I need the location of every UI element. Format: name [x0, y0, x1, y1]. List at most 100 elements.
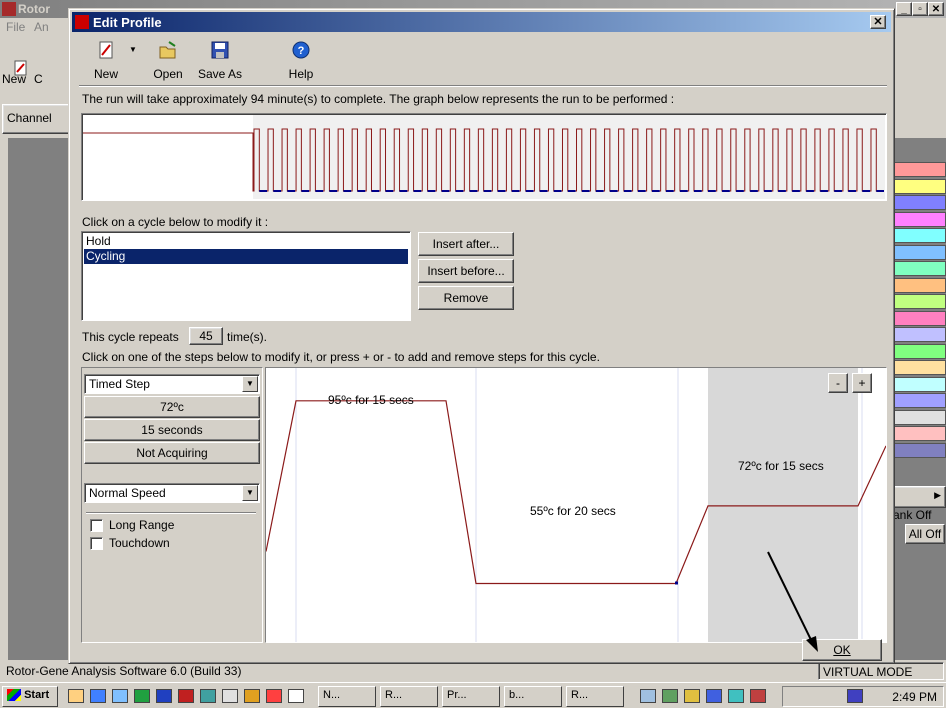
toolbar-separator	[79, 85, 887, 87]
repeat-count-field[interactable]: 45	[189, 327, 223, 345]
channel-color-strip[interactable]	[891, 343, 946, 359]
cycle-item-hold[interactable]: Hold	[84, 234, 408, 249]
task-button-3[interactable]: Pr...	[442, 686, 500, 707]
remove-step-button[interactable]: -	[828, 373, 848, 393]
clock: 2:49 PM	[892, 690, 937, 704]
cycle-list[interactable]: Hold Cycling	[81, 231, 411, 321]
steps-prompt: Click on one of the steps below to modif…	[82, 350, 600, 364]
remove-button[interactable]: Remove	[418, 286, 514, 310]
run-overview-graph	[81, 113, 887, 201]
mail-icon[interactable]	[222, 689, 238, 703]
dialog-close-button[interactable]: ✕	[870, 15, 886, 29]
channel-color-strip[interactable]	[891, 327, 946, 342]
explorer-icon[interactable]	[112, 689, 128, 703]
new-button[interactable]: New	[85, 35, 127, 83]
step-label-anneal[interactable]: 55ºc for 20 secs	[530, 504, 616, 518]
long-range-checkbox[interactable]: Long Range	[90, 518, 174, 532]
dropdown-arrow-icon: ▼	[129, 45, 137, 54]
channel-color-strip[interactable]	[891, 442, 946, 458]
duration-button[interactable]: 15 seconds	[84, 419, 260, 441]
ie-icon[interactable]	[90, 689, 106, 703]
floppy-disk-icon	[211, 41, 229, 59]
channel-color-strip[interactable]	[891, 376, 946, 392]
channel-color-strip[interactable]	[891, 277, 946, 293]
dropdown-arrow-icon[interactable]: ▼	[242, 485, 258, 501]
cycle-prompt: Click on a cycle below to modify it :	[82, 215, 269, 229]
browser-icon[interactable]	[200, 689, 216, 703]
all-off-button[interactable]: All Off	[905, 524, 945, 544]
windows-logo-icon	[7, 689, 21, 702]
acquisition-button[interactable]: Not Acquiring	[84, 442, 260, 464]
channel-color-strip[interactable]	[891, 310, 946, 326]
dialog-icon	[75, 15, 89, 29]
temperature-button[interactable]: 72ºc	[84, 396, 260, 418]
channel-color-strip[interactable]	[891, 360, 946, 375]
background-right-controls: ▶ ank Off All Off	[891, 486, 946, 558]
start-button[interactable]: Start	[2, 686, 58, 707]
status-left-text: Rotor-Gene Analysis Software 6.0 (Build …	[6, 664, 242, 678]
tray-app-icon[interactable]	[662, 689, 678, 703]
cycle-item-cycling[interactable]: Cycling	[84, 249, 408, 264]
save-as-button[interactable]: Save As	[195, 35, 245, 83]
task-button-5[interactable]: R...	[566, 686, 624, 707]
annotation-arrow	[767, 551, 818, 652]
channel-color-strip[interactable]	[891, 261, 946, 276]
channel-color-strip[interactable]	[891, 393, 946, 408]
acquire-marker	[675, 581, 678, 585]
step-type-select[interactable]: Timed Step ▼	[84, 374, 260, 394]
channel-color-strip[interactable]	[891, 294, 946, 309]
background-new-button[interactable]: New C	[2, 40, 43, 96]
tool-icon[interactable]	[244, 689, 260, 703]
desktop-icon[interactable]	[68, 689, 84, 703]
channel-color-strip[interactable]	[891, 195, 946, 210]
tray-app-icon[interactable]	[640, 689, 656, 703]
folder-open-icon	[159, 41, 176, 59]
insert-after-button[interactable]: Insert after...	[418, 232, 514, 256]
channel-color-strip[interactable]	[891, 178, 946, 194]
checkbox-box[interactable]	[90, 536, 103, 550]
task-button-2[interactable]: R...	[380, 686, 438, 707]
excel-icon[interactable]	[134, 689, 150, 703]
add-step-button[interactable]: +	[852, 373, 872, 393]
app-quick-icon[interactable]	[178, 689, 194, 703]
close-icon[interactable]: ✕	[928, 2, 944, 16]
channel-color-strip[interactable]	[891, 244, 946, 260]
scroll-right-button[interactable]: ▶	[891, 486, 946, 508]
minimize-icon[interactable]: _	[896, 2, 912, 16]
touchdown-checkbox[interactable]: Touchdown	[90, 536, 170, 550]
open-button[interactable]: Open	[147, 35, 189, 83]
dialog-title-bar[interactable]: Edit Profile ✕	[72, 12, 891, 32]
insert-before-button[interactable]: Insert before...	[418, 259, 514, 283]
word-icon[interactable]	[156, 689, 172, 703]
channel-color-strip[interactable]	[891, 211, 946, 227]
channel-tab[interactable]: Channel	[2, 104, 72, 134]
svg-text:?: ?	[298, 45, 305, 57]
window-icon[interactable]	[288, 689, 304, 703]
maximize-icon[interactable]: ▫	[912, 2, 928, 16]
repeat-suffix: time(s).	[227, 330, 267, 344]
overview-profile-plot	[83, 115, 885, 199]
help-button[interactable]: ? Help	[283, 35, 319, 83]
network-icon[interactable]	[847, 689, 863, 703]
speed-select[interactable]: Normal Speed ▼	[84, 483, 260, 503]
menu-file[interactable]: File	[6, 20, 25, 34]
tray-app-icon[interactable]	[706, 689, 722, 703]
step-label-extend[interactable]: 72ºc for 15 secs	[738, 459, 824, 473]
new-dropdown-button[interactable]: ▼	[127, 35, 141, 83]
bank-off-label: ank Off	[893, 508, 932, 522]
step-label-denature[interactable]: 95ºc for 15 secs	[328, 393, 414, 407]
tray-app-icon[interactable]	[684, 689, 700, 703]
dropdown-arrow-icon[interactable]: ▼	[242, 376, 258, 392]
channel-color-strip[interactable]	[891, 228, 946, 243]
task-button-1[interactable]: N...	[318, 686, 376, 707]
taskbar: Start N... R... Pr... b... R... 2:49 PM	[0, 682, 946, 708]
media-icon[interactable]	[266, 689, 282, 703]
task-button-4[interactable]: b...	[504, 686, 562, 707]
tray-app-icon[interactable]	[750, 689, 766, 703]
channel-color-strip[interactable]	[891, 426, 946, 441]
channel-color-strip[interactable]	[891, 409, 946, 425]
tray-app-icon[interactable]	[728, 689, 744, 703]
checkbox-box[interactable]	[90, 518, 103, 532]
menu-analysis[interactable]: An	[34, 20, 49, 34]
channel-color-strip[interactable]	[891, 162, 946, 177]
